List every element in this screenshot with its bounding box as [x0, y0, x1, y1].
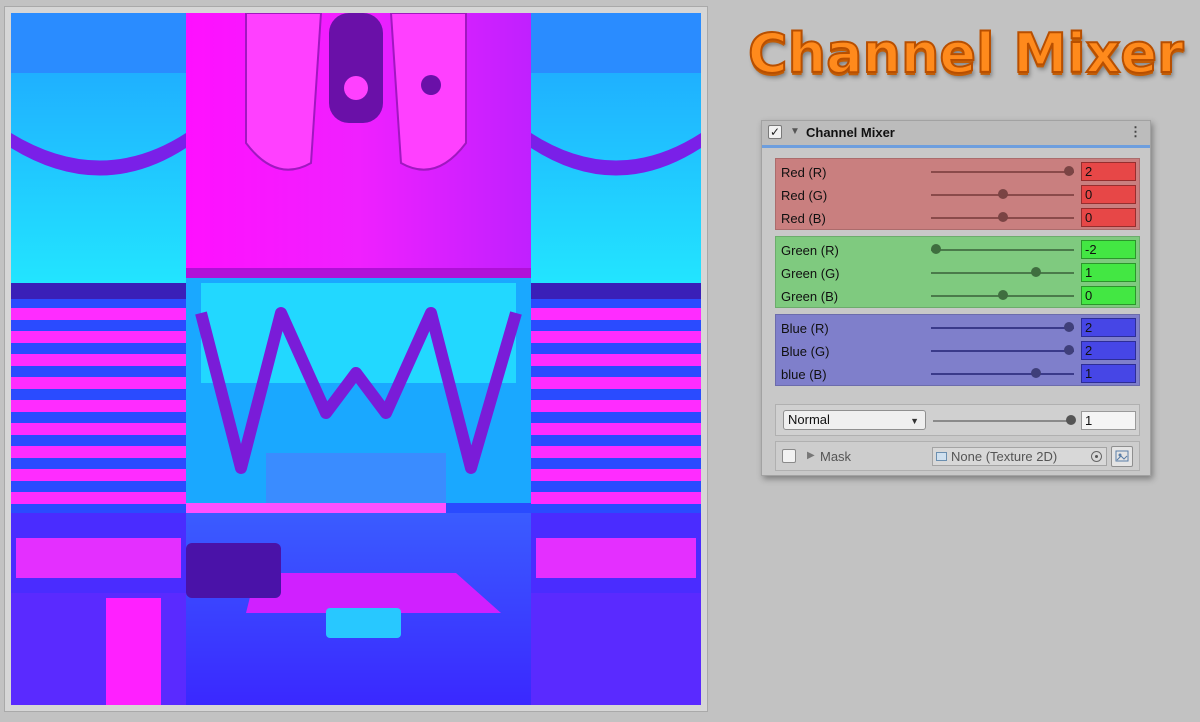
slider-handle[interactable] [1030, 368, 1041, 378]
green-channel-group: Green (R) -2 Green (G) 1 Green (B) 0 [775, 236, 1140, 308]
channel-label: Green (R) [781, 243, 839, 258]
channel-label: Blue (R) [781, 321, 829, 336]
slider-handle[interactable] [1064, 166, 1074, 176]
mask-texture-field[interactable]: None (Texture 2D) [932, 447, 1107, 466]
opacity-slider-track[interactable] [933, 420, 1073, 422]
blue-row-0: Blue (R) 2 [776, 317, 1139, 339]
slider-track[interactable] [931, 249, 1074, 251]
channel-label: Red (R) [781, 165, 827, 180]
mask-foldout-icon[interactable]: ▶ [807, 450, 815, 461]
opacity-slider-handle[interactable] [1066, 415, 1076, 425]
channel-label: Red (G) [781, 188, 828, 203]
value-field[interactable]: 2 [1081, 162, 1136, 181]
value-field[interactable]: 0 [1081, 286, 1136, 305]
object-picker-icon[interactable] [1091, 451, 1102, 462]
red-row-0: Red (R) 2 [776, 161, 1139, 183]
kebab-menu-icon[interactable]: ⋮ [1129, 124, 1142, 140]
mask-preview-button[interactable] [1111, 446, 1133, 467]
slider-handle[interactable] [1064, 345, 1074, 355]
value-field[interactable]: 2 [1081, 318, 1136, 337]
page-title: Channel Mixer [747, 21, 1185, 86]
mask-texture-value: None (Texture 2D) [951, 449, 1058, 464]
channel-mixer-inspector: ✓ ▼ Channel Mixer ⋮ Red (R) 2 Red (G) 0 Red … [761, 120, 1151, 476]
value-field[interactable]: 2 [1081, 341, 1136, 360]
red-channel-group: Red (R) 2 Red (G) 0 Red (B) 0 [775, 158, 1140, 230]
slider-track[interactable] [931, 350, 1074, 352]
slider-handle[interactable] [1030, 267, 1041, 277]
slider-track[interactable] [931, 272, 1074, 274]
channel-label: Green (B) [781, 289, 839, 304]
preview-icon [1115, 450, 1129, 462]
chevron-down-icon: ▼ [910, 416, 919, 426]
foldout-icon[interactable]: ▼ [790, 126, 800, 137]
slider-handle[interactable] [1064, 322, 1074, 332]
value-field[interactable]: 0 [1081, 185, 1136, 204]
texture-icon [936, 452, 947, 461]
left-stripes [11, 308, 186, 504]
blend-mode-value: Normal [788, 412, 830, 427]
right-stripes [531, 308, 701, 504]
texture-preview-frame [4, 6, 708, 712]
slider-track[interactable] [931, 171, 1074, 173]
green-row-0: Green (R) -2 [776, 239, 1139, 261]
channel-label: Red (B) [781, 211, 826, 226]
mask-checkbox[interactable] [782, 449, 796, 463]
component-title: Channel Mixer [806, 125, 895, 140]
slider-track[interactable] [931, 327, 1074, 329]
slider-handle[interactable] [997, 189, 1008, 199]
mask-label: Mask [820, 449, 852, 464]
enable-checkbox[interactable]: ✓ [768, 125, 782, 139]
value-field[interactable]: 1 [1081, 263, 1136, 282]
slider-track[interactable] [931, 373, 1074, 375]
channel-label: Blue (G) [781, 344, 830, 359]
texture-preview [11, 13, 701, 705]
slider-handle[interactable] [997, 212, 1008, 222]
value-field[interactable]: -2 [1081, 240, 1136, 259]
slider-handle[interactable] [997, 290, 1008, 300]
slider-handle[interactable] [931, 244, 941, 254]
green-row-1: Green (G) 1 [776, 262, 1139, 284]
channel-label: Green (G) [781, 266, 840, 281]
red-row-1: Red (G) 0 [776, 184, 1139, 206]
value-field[interactable]: 1 [1081, 364, 1136, 383]
blend-row: Normal ▼ 1 [775, 404, 1140, 436]
component-header[interactable]: ✓ ▼ Channel Mixer ⋮ [762, 121, 1150, 148]
mask-row: ▶ Mask None (Texture 2D) [775, 441, 1140, 471]
blue-channel-group: Blue (R) 2 Blue (G) 2 blue (B) 1 [775, 314, 1140, 386]
value-field[interactable]: 0 [1081, 208, 1136, 227]
green-row-2: Green (B) 0 [776, 285, 1139, 307]
red-row-2: Red (B) 0 [776, 207, 1139, 229]
blue-row-2: blue (B) 1 [776, 363, 1139, 385]
opacity-field[interactable]: 1 [1081, 411, 1136, 430]
blend-mode-dropdown[interactable]: Normal ▼ [783, 410, 926, 430]
channel-label: blue (B) [781, 367, 827, 382]
blue-row-1: Blue (G) 2 [776, 340, 1139, 362]
